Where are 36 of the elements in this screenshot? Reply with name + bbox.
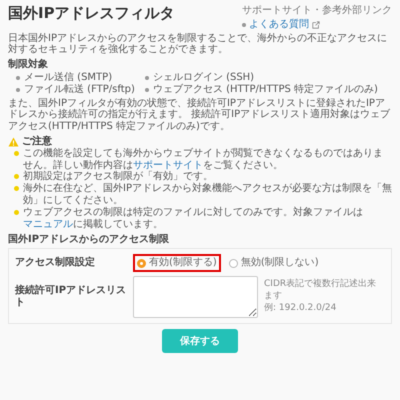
target-item: シェルログイン (SSH) [152,72,254,84]
caution-note: 海外に在住など、国外IPアドレスから対象機能へアクセスが必要な方は制限を「無効」にしてください。 [23,183,392,206]
radio-option[interactable]: 無効(制限しない) [224,254,323,272]
hint-text: CIDR表記で複数行記述出来ます [264,279,378,303]
caution-note: この機能を設定しても海外からウェブサイトが閲覧できなくなるものではありません。詳しい動作内容はサポートサイト をご覧ください。 [23,148,384,171]
bullet-icon [144,88,149,92]
target-item: ファイル転送 (FTP/sftp) [24,84,135,96]
intro-text: 日本国外IPアドレスからのアクセスを制限することで、海外からの不正なアクセスに対するセキュリティを強化することができます。 [8,32,388,56]
sidebar-heading: サポートサイト・参考外部リンク [242,5,392,17]
bullet-icon [144,76,149,80]
text-link[interactable]: サポートサイト [133,160,203,171]
caution-note: ウェブアクセスの制限は特定のファイルに対してのみです。対象ファイルは マニュアルに掲載しています。 [23,206,364,230]
text-link[interactable]: マニュアル [23,218,73,230]
bullet-icon [14,186,19,192]
target-item: ウェブアクセス (HTTP/HTTPS 特定ファイルのみ) [152,84,378,96]
bullet-icon [242,22,246,27]
page-title: 国外IPアドレスフィルタ [8,5,175,23]
section-heading: 国外IPアドレスからのアクセス制限 [8,234,170,246]
bullet-icon [14,210,19,215]
external-link-icon [312,20,320,29]
example-text: 例: 192.0.2.0/24 [264,302,338,314]
faq-link[interactable]: よくある質問 [249,18,309,31]
field-label: アクセス制限設定 [15,257,96,269]
radio-option[interactable]: 有効(制限する) [133,254,221,272]
bullet-icon [14,174,19,180]
bullet-icon [16,88,20,92]
target-item: メール送信 (SMTP) [24,72,112,84]
caution-heading: ご注意 [22,136,52,148]
caution-note: 初期設定はアクセス制限が「有効」です。 [23,171,213,182]
ip-list-field[interactable] [133,276,258,318]
targets-heading: 制限対象 [8,59,49,71]
bullet-icon [16,76,20,80]
field-label: 接続許可IPアドレスリスト [15,285,127,309]
bullet-icon [14,150,19,156]
description-text: また、国外IPフィルタが有効の状態で、接続許可IPアドレスリストに登録されたIPアドレスから接続許可の指定が行えます。 接続許可IPアドレスリスト適用対象はウェブアクセス(HTTP/HTTPS 特定ファイルのみ)です。 [8,98,392,133]
warning-icon [8,136,19,147]
